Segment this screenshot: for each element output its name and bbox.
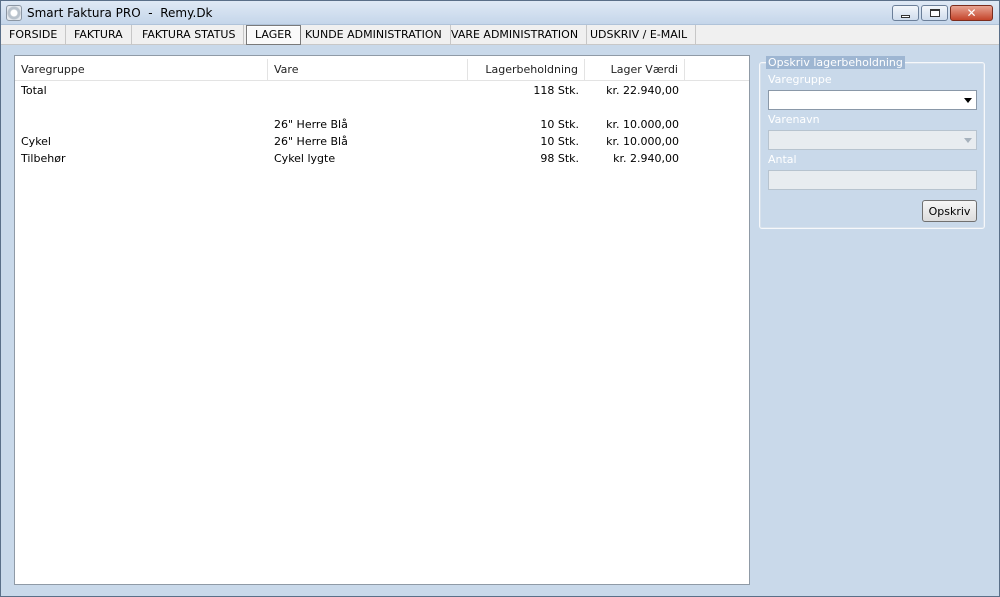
close-button[interactable]: ✕ [950, 5, 993, 21]
table-row[interactable]: Tilbehør Cykel lygte 98 Stk. kr. 2.940,0… [15, 150, 749, 167]
varenavn-label: Varenavn [768, 113, 820, 126]
close-icon: ✕ [966, 6, 977, 20]
cell-vare [268, 82, 468, 99]
minimize-icon [901, 14, 910, 18]
group-title: Opskriv lagerbeholdning [766, 56, 905, 69]
cell-varegruppe: Cykel [21, 135, 51, 148]
cell-vare [268, 99, 468, 116]
cell-lagerbeholdning: 98 Stk. [540, 152, 579, 165]
table-row[interactable]: 26" Herre Blå 10 Stk. kr. 10.000,00 [15, 116, 749, 133]
tab-kunde-administration[interactable]: KUNDE ADMINISTRATION [297, 25, 451, 45]
table-row[interactable]: Total 118 Stk. kr. 22.940,00 [15, 82, 749, 99]
cell-lager-vaerdi: kr. 10.000,00 [606, 118, 679, 131]
main-tabs: FORSIDE FAKTURA FAKTURA STATUS LAGER KUN… [1, 25, 999, 45]
cell-lagerbeholdning: 118 Stk. [533, 84, 579, 97]
varegruppe-select[interactable] [768, 90, 977, 110]
column-header-vare[interactable]: Vare [268, 59, 468, 81]
cell-lager-vaerdi: kr. 10.000,00 [606, 135, 679, 148]
varenavn-select[interactable] [768, 130, 977, 150]
cell-varegruppe: Total [21, 84, 47, 97]
cell-lager-vaerdi: kr. 22.940,00 [606, 84, 679, 97]
maximize-button[interactable] [921, 5, 948, 21]
table-row[interactable]: Cykel 26" Herre Blå 10 Stk. kr. 10.000,0… [15, 133, 749, 150]
stock-adjust-groupbox: Opskriv lagerbeholdning Varegruppe Varen… [759, 56, 985, 229]
app-icon [6, 5, 22, 21]
cell-lagerbeholdning: 10 Stk. [540, 118, 579, 131]
title-bar[interactable]: Smart Faktura PRO - Remy.Dk ✕ [1, 1, 999, 25]
app-window: Smart Faktura PRO - Remy.Dk ✕ FORSIDE FA… [0, 0, 1000, 597]
column-header-lagerbeholdning[interactable]: Lagerbeholdning [468, 59, 585, 81]
stock-adjust-panel: Opskriv lagerbeholdning Varegruppe Varen… [759, 56, 985, 229]
cell-varegruppe [15, 116, 268, 133]
tab-udskriv-email[interactable]: UDSKRIV / E-MAIL [582, 25, 697, 45]
antal-input[interactable] [768, 170, 977, 190]
tab-faktura[interactable]: FAKTURA [66, 25, 132, 45]
cell-lagerbeholdning [468, 99, 585, 116]
cell-vare: 26" Herre Blå [274, 118, 348, 131]
cell-lager-vaerdi [585, 99, 685, 116]
varegruppe-label: Varegruppe [768, 73, 832, 86]
cell-vare: 26" Herre Blå [274, 135, 348, 148]
tab-faktura-status[interactable]: FAKTURA STATUS [134, 25, 245, 45]
tab-forside[interactable]: FORSIDE [1, 25, 67, 45]
tab-lager[interactable]: LAGER [246, 25, 301, 45]
cell-varegruppe: Tilbehør [21, 152, 66, 165]
antal-label: Antal [768, 153, 797, 166]
table-row[interactable] [15, 99, 749, 116]
maximize-icon [929, 9, 940, 17]
cell-vare: Cykel lygte [274, 152, 336, 165]
cell-varegruppe [15, 99, 268, 116]
minimize-button[interactable] [892, 5, 919, 21]
tab-vare-administration[interactable]: VARE ADMINISTRATION [443, 25, 588, 45]
table-header: Varegruppe Vare Lagerbeholdning Lager Væ… [15, 59, 749, 81]
opskriv-button[interactable]: Opskriv [922, 200, 977, 222]
stock-list-panel: Varegruppe Vare Lagerbeholdning Lager Væ… [14, 55, 750, 585]
cell-lagerbeholdning: 10 Stk. [540, 135, 579, 148]
column-header-lager-vaerdi[interactable]: Lager Værdi [585, 59, 685, 81]
chevron-down-icon [964, 138, 972, 143]
window-controls: ✕ [892, 5, 993, 21]
chevron-down-icon [964, 98, 972, 103]
column-header-varegruppe[interactable]: Varegruppe [15, 59, 268, 81]
cell-lager-vaerdi: kr. 2.940,00 [613, 152, 679, 165]
window-title: Smart Faktura PRO - Remy.Dk [27, 6, 213, 20]
